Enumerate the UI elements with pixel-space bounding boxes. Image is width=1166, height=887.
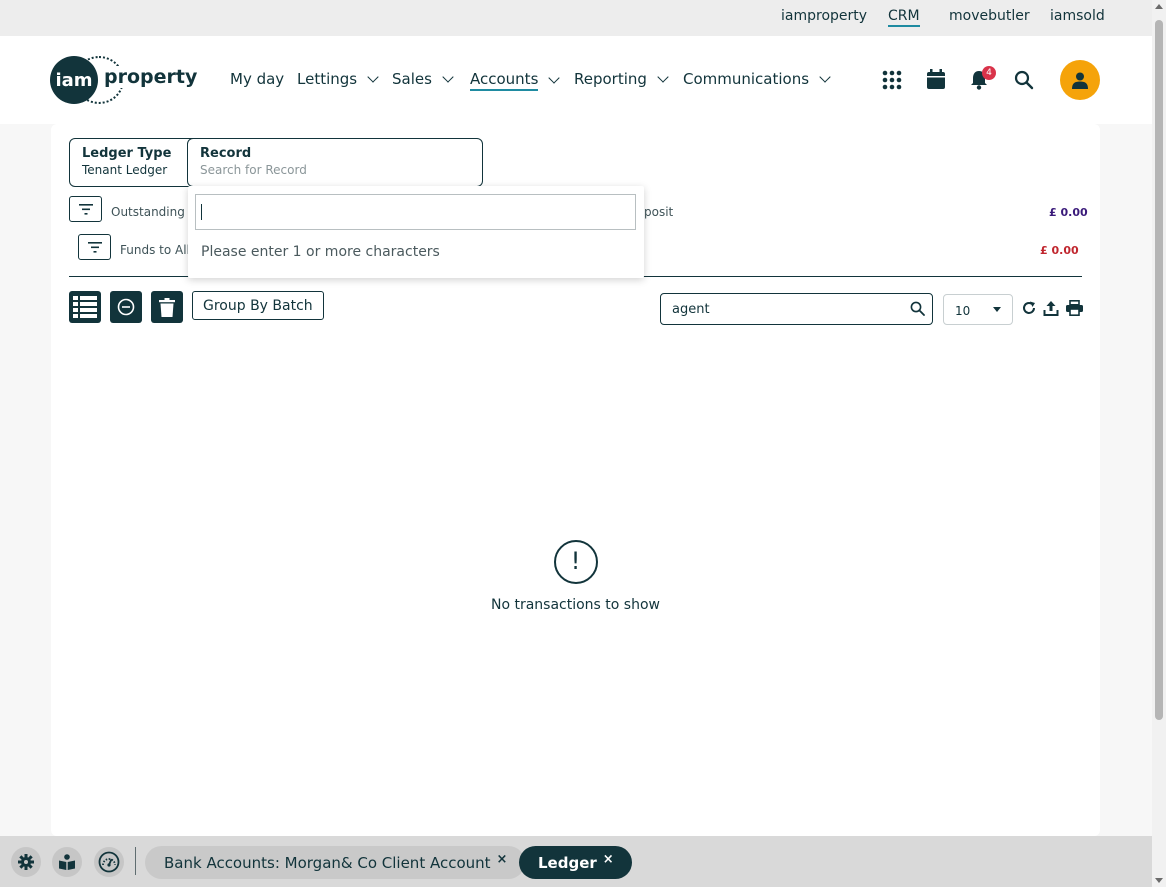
scroll-up-icon[interactable] [1155, 4, 1163, 9]
user-avatar[interactable] [1060, 60, 1100, 100]
help-button[interactable] [52, 847, 82, 877]
deposit-amount: £ 0.00 [1049, 206, 1088, 219]
bottom-bar: Bank Accounts: Morgan& Co Client Account… [0, 836, 1152, 887]
tab-bank-accounts[interactable]: Bank Accounts: Morgan& Co Client Account… [145, 846, 526, 879]
funds-amount: £ 0.00 [1040, 244, 1079, 257]
reader-icon [59, 854, 75, 870]
trash-icon [159, 297, 175, 317]
delete-button[interactable] [151, 291, 183, 323]
record-search-input[interactable] [195, 194, 636, 230]
filter-icon [78, 203, 93, 215]
record-select[interactable]: Record Search for Record [187, 138, 483, 187]
calendar-icon[interactable] [927, 69, 949, 91]
print-icon[interactable] [1066, 300, 1084, 318]
close-icon[interactable]: × [603, 852, 614, 867]
page-size-select[interactable]: 10 [943, 294, 1013, 325]
tab-label: Bank Accounts: Morgan& Co Client Account [164, 853, 491, 872]
list-view-button[interactable] [69, 291, 101, 323]
search-icon[interactable] [910, 301, 925, 320]
bottom-bar-separator [135, 847, 136, 875]
close-icon[interactable]: × [497, 852, 508, 867]
ledger-type-value: Tenant Ledger [82, 163, 168, 177]
collapse-button[interactable] [110, 291, 142, 323]
brand-link-crm[interactable]: CRM [888, 8, 920, 27]
scroll-down-icon[interactable] [1155, 878, 1163, 883]
brand-link-iamproperty[interactable]: iamproperty [781, 8, 867, 24]
tab-label: Ledger [538, 853, 597, 872]
page-scrollbar[interactable] [1152, 0, 1166, 887]
page-size-value: 10 [955, 304, 971, 318]
brand-bar: iamproperty CRM movebutler iamsold [0, 0, 1152, 36]
record-search-hint: Please enter 1 or more characters [201, 244, 440, 260]
record-title: Record [200, 146, 252, 161]
empty-state-message: No transactions to show [490, 597, 660, 613]
funds-label: Funds to All [120, 243, 190, 257]
notification-badge: 4 [982, 66, 996, 80]
logo-badge: iam [50, 56, 98, 104]
main-header: iam property My day Lettings Sales Accou… [0, 36, 1152, 124]
dashboard-button[interactable] [94, 847, 124, 877]
nav-lettings[interactable]: Lettings [297, 70, 379, 88]
grid-icon[interactable] [882, 70, 904, 92]
gear-icon [18, 854, 34, 870]
nav-label: Communications [683, 70, 810, 88]
nav-reporting[interactable]: Reporting [574, 70, 669, 88]
chevron-down-icon [819, 70, 831, 83]
deposit-label: posit [644, 205, 674, 219]
settings-button[interactable] [11, 847, 41, 877]
brand-link-iamsold[interactable]: iamsold [1050, 8, 1105, 24]
nav-label: Accounts [470, 70, 539, 91]
outstanding-filter-button[interactable] [69, 196, 102, 222]
nav-label: Reporting [574, 70, 647, 88]
funds-filter-button[interactable] [78, 234, 111, 260]
record-placeholder: Search for Record [200, 163, 307, 177]
list-icon [73, 296, 97, 318]
gauge-icon [98, 851, 120, 873]
logo[interactable]: iam property [50, 56, 200, 104]
upload-icon[interactable] [1043, 300, 1061, 318]
nav-label: Lettings [297, 70, 358, 88]
record-search-dropdown: Please enter 1 or more characters [188, 186, 644, 278]
alert-icon: ! [553, 540, 598, 584]
outstanding-label: Outstanding I [111, 205, 193, 219]
chevron-down-icon [548, 72, 561, 84]
chevron-down-icon [442, 70, 454, 83]
nav-my-day[interactable]: My day [230, 70, 284, 88]
nav-sales[interactable]: Sales [392, 70, 454, 88]
chevron-down-icon [367, 70, 379, 83]
user-icon [1072, 72, 1088, 89]
search-icon[interactable] [1014, 70, 1036, 92]
ledger-type-title: Ledger Type [82, 146, 172, 161]
caret-down-icon [993, 307, 1001, 312]
text-cursor [201, 204, 202, 220]
minus-circle-icon [117, 298, 135, 316]
tab-ledger[interactable]: Ledger × [519, 846, 632, 879]
group-by-batch-button[interactable]: Group By Batch [192, 291, 324, 320]
refresh-icon[interactable] [1021, 300, 1039, 318]
logo-word: property [102, 66, 200, 88]
scroll-thumb[interactable] [1155, 20, 1163, 720]
nav-label: My day [230, 70, 285, 88]
filter-icon [87, 241, 102, 253]
bell-icon[interactable]: 4 [970, 66, 996, 92]
chevron-down-icon [657, 70, 669, 83]
nav-communications[interactable]: Communications [683, 70, 831, 88]
nav-accounts[interactable]: Accounts [470, 70, 561, 91]
transaction-search-input[interactable] [660, 293, 933, 325]
nav-label: Sales [392, 70, 432, 88]
brand-link-movebutler[interactable]: movebutler [949, 8, 1030, 24]
empty-state: ! No transactions to show [51, 540, 1100, 613]
